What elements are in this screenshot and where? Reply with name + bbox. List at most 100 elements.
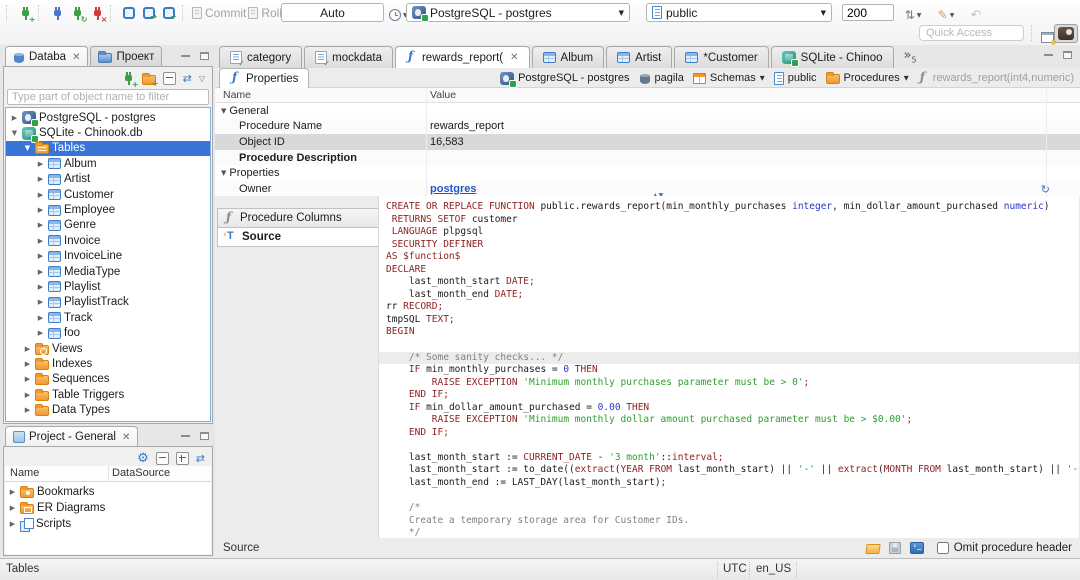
view-menu-button[interactable]: ▽ (199, 74, 205, 83)
omit-procedure-header-checkbox[interactable] (936, 542, 949, 554)
expand-arrow-icon[interactable]: ▶ (36, 314, 45, 322)
collapse-all-button[interactable] (155, 451, 169, 465)
new-connection-button[interactable]: + (16, 3, 36, 24)
tab-projects[interactable]: Проект (90, 46, 163, 67)
expand-arrow-icon[interactable]: ▶ (23, 391, 32, 399)
commit-mode-select[interactable]: Auto (281, 3, 384, 22)
chevron-down-icon[interactable]: ▼ (760, 74, 765, 82)
tree-item-track[interactable]: ▶ Track (6, 310, 210, 325)
fetch-size-input[interactable] (842, 4, 894, 21)
tree-item-genre[interactable]: ▶ Genre (6, 218, 210, 233)
property-row-procedure-name[interactable]: Procedure Name rewards_report (215, 118, 1080, 135)
breadcrumb-item-public[interactable]: public (773, 71, 817, 85)
object-filter-input[interactable] (7, 89, 209, 105)
project-item-list[interactable]: ▶ Bookmarks ▶ ER Diagrams ▶ Scripts (5, 482, 211, 554)
collapse-all-button[interactable] (162, 71, 176, 85)
expand-arrow-icon[interactable]: ▶ (8, 504, 17, 512)
property-row-object-id[interactable]: Object ID 16,583 (215, 134, 1080, 150)
collapse-arrow-icon[interactable]: ▼ (10, 129, 19, 137)
tree-item-foo[interactable]: ▶ foo (6, 325, 210, 340)
minimize-panel-button[interactable] (181, 51, 191, 60)
expand-arrow-icon[interactable]: ▶ (23, 360, 32, 368)
reconnect-button[interactable]: ↻ (68, 3, 88, 24)
expand-arrow-icon[interactable]: ▶ (36, 283, 45, 291)
property-row-general[interactable]: ▼ General (215, 103, 1080, 119)
expand-arrow-icon[interactable]: ▶ (36, 329, 45, 337)
editor-tab-mockdata[interactable]: mockdata (304, 46, 393, 68)
link-with-editor-button[interactable]: ⇄ (196, 452, 205, 465)
new-sql-editor-button[interactable] (120, 3, 138, 23)
minimize-editor-button[interactable] (1044, 50, 1054, 59)
transaction-log-button[interactable]: ▼ (389, 5, 408, 25)
maximize-editor-button[interactable] (1063, 50, 1072, 59)
new-sql-script-button[interactable]: + (160, 3, 178, 23)
refresh-icon[interactable]: ↻ (1041, 183, 1050, 196)
close-icon[interactable]: ✕ (122, 432, 130, 443)
tab-database-navigator[interactable]: Databa ✕ (5, 46, 89, 67)
tree-item-sqlite-chinook-db[interactable]: ▼ SQLite - Chinook.db (6, 125, 210, 143)
expand-arrow-icon[interactable]: ▶ (23, 375, 32, 383)
tree-item-customer[interactable]: ▶ Customer (6, 187, 210, 202)
project-item-er-diagrams[interactable]: ▶ ER Diagrams (5, 500, 211, 516)
breadcrumb-item-procedures[interactable]: Procedures ▼ (825, 72, 909, 84)
editor-tab-album[interactable]: Album (531, 46, 605, 68)
tree-item-tables[interactable]: ▼ Tables (6, 140, 210, 157)
editor-tab-sqlite-chinoo[interactable]: SQLite - Chinoo (770, 46, 894, 68)
property-row-properties[interactable]: ▼ Properties (215, 165, 1080, 181)
editor-tab-rewards-report[interactable]: rewards_report(✕ (394, 46, 530, 68)
breadcrumb-item-schemas[interactable]: Schemas ▼ (692, 72, 765, 84)
new-connection-folder-button[interactable]: + (141, 71, 159, 88)
dbeaver-perspective-button[interactable] (1054, 24, 1078, 43)
column-header-datasource[interactable]: DataSource (112, 467, 170, 479)
tree-item-postgresql-postgres[interactable]: ▶ PostgreSQL - postgres (6, 110, 210, 128)
breadcrumb-item-pagila[interactable]: pagila (639, 72, 684, 85)
link-with-editor-button[interactable]: ⇄ (183, 72, 192, 85)
connection-selector[interactable]: PostgreSQL - postgres ▼ (406, 3, 630, 22)
expand-arrow-icon[interactable]: ▶ (10, 114, 19, 122)
project-item-bookmarks[interactable]: ▶ Bookmarks (5, 484, 211, 500)
tree-item-indexes[interactable]: ▶ Indexes (6, 356, 210, 371)
tree-item-mediatype[interactable]: ▶ MediaType (6, 264, 210, 279)
tree-item-playlist[interactable]: ▶ Playlist (6, 279, 210, 294)
sql-generator-button[interactable]: ✎ ▼ (937, 5, 955, 25)
timezone-indicator[interactable]: UTC (723, 563, 747, 575)
schema-selector[interactable]: public ▼ (646, 3, 832, 22)
expand-arrow-icon[interactable]: ▶ (36, 160, 45, 168)
tab-project-general[interactable]: Project - General ✕ (5, 426, 139, 447)
tree-item-album[interactable]: ▶ Album (6, 156, 210, 171)
expand-arrow-icon[interactable]: ▶ (36, 298, 45, 306)
breadcrumb-item-rewards-report-int4-numeric[interactable]: rewards_report(int4,numeric) (918, 70, 1074, 85)
minimize-panel-button[interactable] (181, 431, 191, 440)
property-row-owner[interactable]: Owner postgres (215, 180, 1080, 196)
expand-arrow-icon[interactable]: ▶ (36, 252, 45, 260)
expand-arrow-icon[interactable]: ▶ (36, 175, 45, 183)
breadcrumb-item-postgresql-postgres[interactable]: PostgreSQL - postgres (500, 71, 630, 88)
disconnect-button[interactable]: × (88, 3, 108, 24)
editor-tab-customer[interactable]: *Customer (674, 46, 769, 68)
expand-arrow-icon[interactable]: ▶ (36, 206, 45, 214)
editor-tab-artist[interactable]: Artist (606, 46, 673, 68)
hidden-tabs-indicator[interactable]: »5 (904, 48, 917, 65)
maximize-panel-button[interactable] (200, 431, 209, 440)
source-code-editor[interactable]: CREATE OR REPLACE FUNCTION public.reward… (378, 196, 1079, 538)
tree-item-invoiceline[interactable]: ▶ InvoiceLine (6, 249, 210, 264)
commit-button[interactable]: Commit (192, 3, 246, 23)
new-connection-button[interactable]: + (122, 71, 139, 89)
tree-item-sequences[interactable]: ▶ Sequences (6, 372, 210, 387)
quick-access-input[interactable] (919, 25, 1024, 41)
project-item-scripts[interactable]: ▶ Scripts (5, 516, 211, 532)
expand-arrow-icon[interactable]: ▶ (36, 268, 45, 276)
auto-sync-button[interactable]: ⇅ ▼ (904, 5, 922, 25)
grid-column-value[interactable]: Value (430, 89, 456, 101)
tree-item-data-types[interactable]: ▶ Data Types (6, 402, 210, 417)
configure-columns-button[interactable]: ⚙ (137, 451, 149, 466)
collapse-arrow-icon[interactable]: ▼ (221, 107, 226, 115)
tree-item-views[interactable]: ▶ Views (6, 341, 210, 356)
open-in-sql-console-button[interactable] (909, 542, 924, 554)
tab-properties[interactable]: Properties (219, 68, 310, 88)
grid-column-name[interactable]: Name (223, 89, 251, 101)
expand-all-button[interactable] (175, 451, 189, 465)
close-icon[interactable]: ✕ (72, 52, 80, 63)
expand-arrow-icon[interactable]: ▶ (36, 237, 45, 245)
undo-button[interactable]: ↶ (967, 5, 985, 25)
